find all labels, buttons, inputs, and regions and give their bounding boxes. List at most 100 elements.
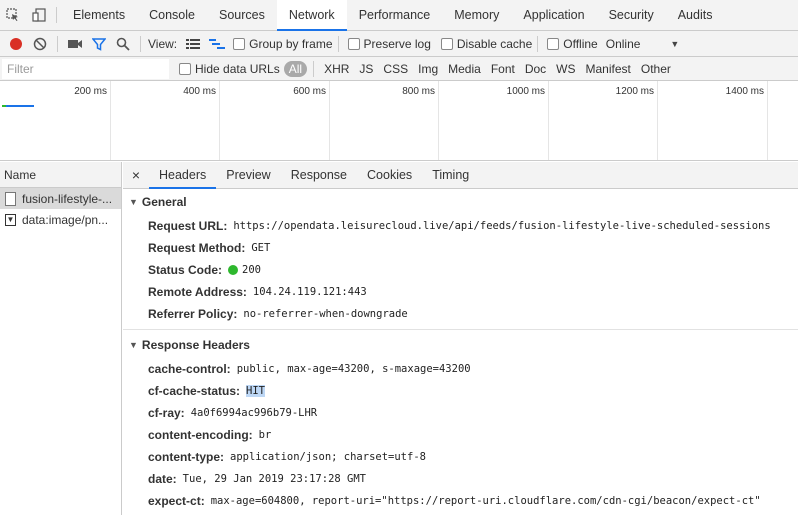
toolbar-divider <box>313 60 315 77</box>
close-icon[interactable]: × <box>123 162 149 188</box>
waterfall-overview-icon[interactable] <box>205 33 229 55</box>
image-file-icon: ▼ <box>5 213 16 226</box>
hide-data-urls-label: Hide data URLs <box>195 61 280 76</box>
filter-input[interactable] <box>2 58 169 79</box>
tab-elements[interactable]: Elements <box>61 0 137 30</box>
header-value: application/json; charset=utf-8 <box>230 451 426 463</box>
checkbox-box[interactable] <box>440 37 453 50</box>
disable-cache-checkbox[interactable]: Disable cache <box>440 36 533 51</box>
network-toolbar: View: Group by frame Preserve log Disabl… <box>0 31 798 57</box>
checkbox-box[interactable] <box>233 37 246 50</box>
header-value: no-referrer-when-downgrade <box>243 308 408 320</box>
timeline-download-bar <box>6 105 34 107</box>
filter-type-js[interactable]: JS <box>355 62 377 76</box>
status-ok-dot-icon <box>228 265 239 275</box>
tab-memory[interactable]: Memory <box>442 0 511 30</box>
timeline-gridline <box>767 81 768 160</box>
checkbox-box[interactable] <box>179 62 191 75</box>
filter-type-xhr[interactable]: XHR <box>320 62 353 76</box>
response-headers-section-header[interactable]: ▼ Response Headers <box>123 332 798 358</box>
preserve-log-label: Preserve log <box>363 36 431 51</box>
group-by-frame-label: Group by frame <box>249 36 333 51</box>
filter-bar: Hide data URLs All XHR JS CSS Img Media … <box>0 57 798 81</box>
disable-cache-label: Disable cache <box>456 36 533 51</box>
header-row: Request Method: GET <box>123 237 798 259</box>
expand-triangle-icon: ▼ <box>129 340 138 350</box>
header-row: Status Code: 200 <box>123 259 798 281</box>
request-list: Name fusion-lifestyle-... ▼ data:image/p… <box>0 162 122 515</box>
toolbar-divider <box>537 35 539 52</box>
record-button[interactable] <box>4 33 28 55</box>
request-name: data:image/pn... <box>22 212 109 227</box>
timeline-overview[interactable]: 200 ms 400 ms 600 ms 800 ms 1000 ms 1200… <box>0 81 798 161</box>
document-file-icon <box>5 191 16 206</box>
tab-audits[interactable]: Audits <box>666 0 725 30</box>
header-value: 200 <box>242 264 261 276</box>
tab-cookies[interactable]: Cookies <box>357 162 422 188</box>
request-row[interactable]: ▼ data:image/pn... <box>0 209 121 230</box>
tab-application[interactable]: Application <box>511 0 596 30</box>
header-key: Status Code: <box>148 263 223 277</box>
header-key: Remote Address: <box>148 285 247 299</box>
tab-console[interactable]: Console <box>137 0 207 30</box>
section-title: Response Headers <box>141 338 250 352</box>
expand-triangle-icon: ▼ <box>129 197 138 207</box>
tab-response[interactable]: Response <box>281 162 357 188</box>
header-value: GET <box>251 242 271 254</box>
header-key: Referrer Policy: <box>148 307 238 321</box>
header-row: Referrer Policy: no-referrer-when-downgr… <box>123 303 798 325</box>
filter-type-img[interactable]: Img <box>414 62 442 76</box>
request-row[interactable]: fusion-lifestyle-... <box>0 188 121 209</box>
filter-type-all[interactable]: All <box>283 60 308 77</box>
device-toolbar-icon[interactable] <box>26 0 52 30</box>
throttling-value: Online <box>605 36 641 51</box>
tab-headers[interactable]: Headers <box>149 162 217 189</box>
inspect-element-icon[interactable] <box>0 0 26 30</box>
screenshot-camera-icon[interactable] <box>63 33 87 55</box>
filter-type-css[interactable]: CSS <box>379 62 412 76</box>
header-row: content-type: application/json; charset=… <box>123 446 798 468</box>
hide-data-urls-checkbox[interactable]: Hide data URLs <box>179 62 280 76</box>
tab-security[interactable]: Security <box>597 0 666 30</box>
timeline-tick-label: 1200 ms <box>615 86 654 97</box>
header-value: 4a0f6994ac996b79-LHR <box>190 407 318 419</box>
tab-performance[interactable]: Performance <box>347 0 443 30</box>
header-key: date: <box>148 472 177 486</box>
checkbox-box[interactable] <box>547 37 560 50</box>
filter-type-ws[interactable]: WS <box>552 62 579 76</box>
timeline-tick-label: 600 ms <box>293 86 326 97</box>
tab-preview[interactable]: Preview <box>216 162 280 188</box>
filter-type-doc[interactable]: Doc <box>521 62 550 76</box>
general-section-header[interactable]: ▼ General <box>123 189 798 215</box>
header-key: cf-ray: <box>148 406 185 420</box>
header-row: cf-ray: 4a0f6994ac996b79-LHR <box>123 402 798 424</box>
timeline-gridline <box>329 81 330 160</box>
devtools-tab-bar: Elements Console Sources Network Perform… <box>0 0 798 31</box>
timeline-tick-label: 800 ms <box>402 86 435 97</box>
filter-funnel-icon[interactable] <box>87 33 111 55</box>
tab-network[interactable]: Network <box>276 0 347 31</box>
name-column-header[interactable]: Name <box>0 162 121 188</box>
tab-timing[interactable]: Timing <box>422 162 479 188</box>
filter-type-manifest[interactable]: Manifest <box>582 62 635 76</box>
header-key: Request Method: <box>148 241 246 255</box>
search-icon[interactable] <box>111 33 135 55</box>
offline-checkbox[interactable]: Offline <box>547 37 598 51</box>
clear-icon[interactable] <box>28 33 52 55</box>
section-title: General <box>141 195 187 209</box>
header-key: cache-control: <box>148 362 231 376</box>
filter-type-media[interactable]: Media <box>444 62 485 76</box>
toolbar-divider <box>337 35 339 52</box>
group-by-frame-checkbox[interactable]: Group by frame <box>233 36 333 51</box>
tab-sources[interactable]: Sources <box>207 0 277 30</box>
throttling-select[interactable]: Online ▼ <box>606 37 680 51</box>
preserve-log-checkbox[interactable]: Preserve log <box>347 36 431 51</box>
header-row: cache-control: public, max-age=43200, s-… <box>123 358 798 380</box>
checkbox-box[interactable] <box>347 37 360 50</box>
large-rows-list-icon[interactable] <box>181 33 205 55</box>
header-row: content-encoding: br <box>123 424 798 446</box>
filter-type-font[interactable]: Font <box>487 62 519 76</box>
filter-type-other[interactable]: Other <box>637 62 675 76</box>
header-value: public, max-age=43200, s-maxage=43200 <box>236 363 471 375</box>
toolbar-divider <box>57 35 58 52</box>
